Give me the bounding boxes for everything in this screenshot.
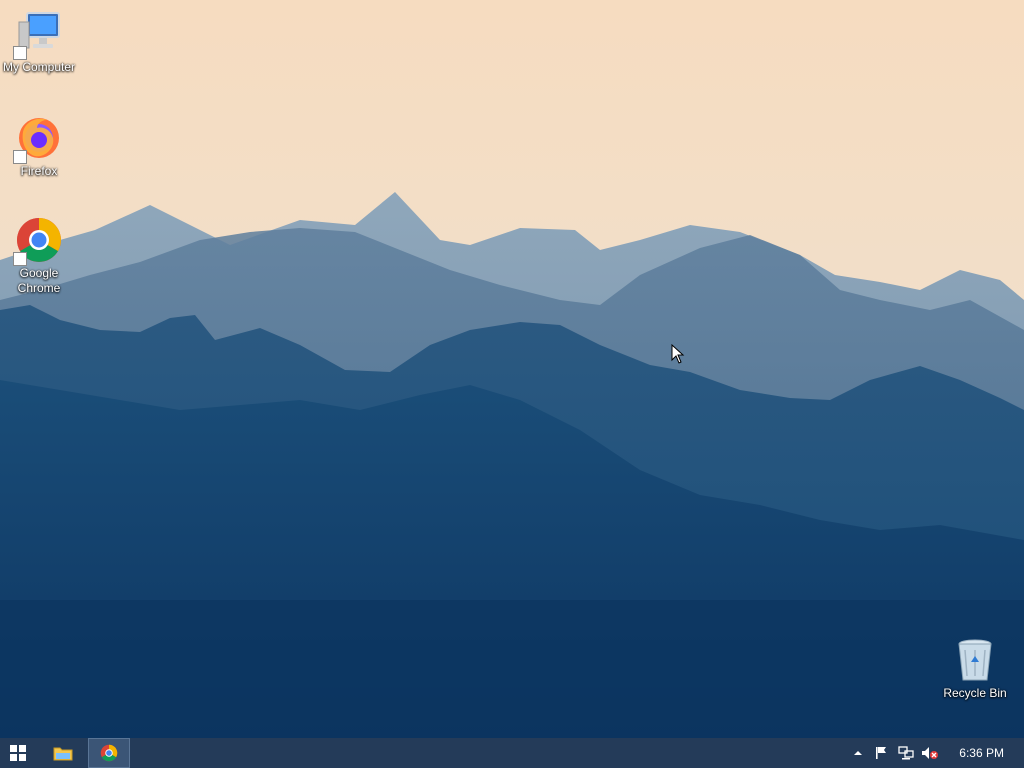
desktop-icon-recycle-bin[interactable]: Recycle Bin [936, 636, 1014, 701]
volume-muted-icon [922, 747, 938, 759]
file-explorer-icon [53, 747, 73, 761]
shortcut-arrow-icon [13, 150, 27, 164]
wallpaper [0, 0, 1024, 738]
computer-icon [13, 10, 63, 60]
recycle-bin-icon [951, 636, 999, 684]
desktop-icon-label: Firefox [20, 164, 58, 178]
flag-icon [876, 747, 886, 759]
desktop[interactable]: My Computer Firefox Google Chrome Recycl… [0, 0, 1024, 738]
desktop-icon-label: Google Chrome [17, 266, 61, 295]
firefox-icon [13, 114, 63, 164]
desktop-icon-label: My Computer [2, 60, 76, 74]
network-icon [898, 746, 914, 760]
network-button[interactable] [897, 738, 915, 768]
shortcut-arrow-icon [13, 46, 27, 60]
taskbar-chrome-button[interactable] [88, 738, 130, 768]
shortcut-arrow-icon [13, 252, 27, 266]
volume-button[interactable] [920, 738, 940, 768]
desktop-icon-google-chrome[interactable]: Google Chrome [0, 216, 78, 296]
start-button[interactable] [0, 738, 36, 768]
system-clock[interactable]: 6:36 PM [959, 738, 1004, 768]
action-center-button[interactable] [872, 738, 890, 768]
chrome-icon [13, 216, 63, 266]
taskbar: 6:36 PM [0, 738, 1024, 768]
desktop-icon-my-computer[interactable]: My Computer [0, 10, 78, 75]
show-hidden-icons-button[interactable] [850, 738, 866, 768]
windows-start-icon [10, 745, 26, 761]
mouse-cursor-icon [671, 343, 685, 369]
chrome-icon [100, 744, 118, 762]
taskbar-file-explorer-button[interactable] [44, 738, 82, 768]
chevron-up-icon [854, 751, 862, 755]
desktop-icon-label: Recycle Bin [943, 686, 1007, 700]
desktop-icon-firefox[interactable]: Firefox [0, 114, 78, 179]
